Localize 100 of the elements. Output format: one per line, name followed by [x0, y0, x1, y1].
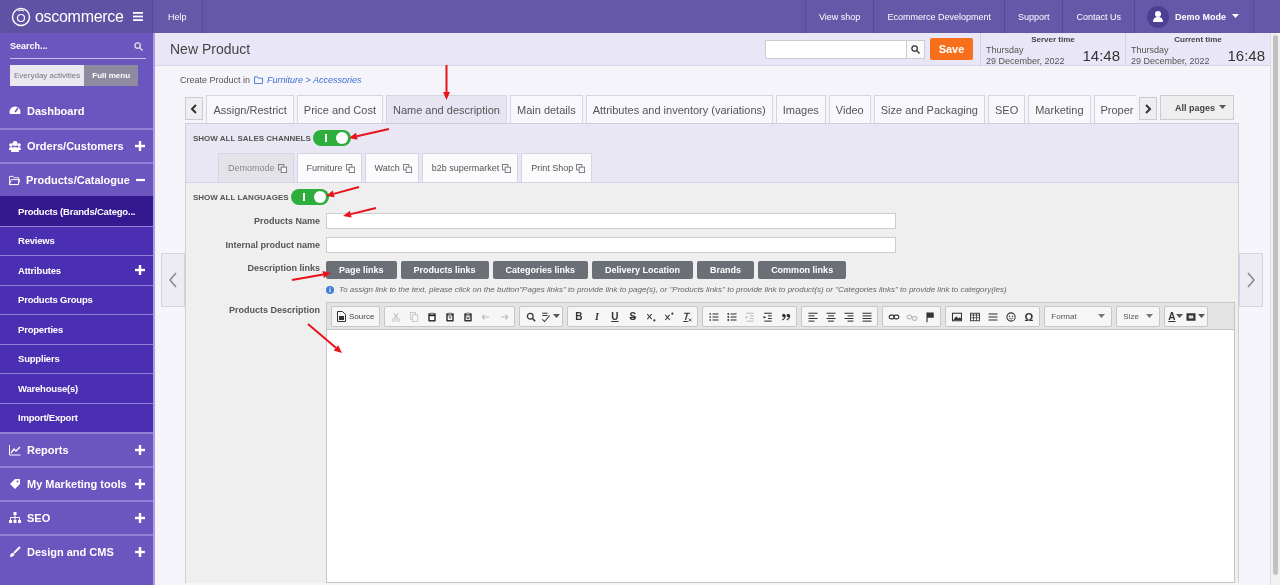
- chevron-left-icon: [190, 103, 199, 114]
- scroll-left-button[interactable]: [185, 97, 204, 120]
- sidebar-subitem[interactable]: Reviews: [0, 225, 153, 255]
- user-avatar-icon: [1147, 5, 1169, 28]
- toggle-label: SHOW ALL LANGUAGES: [193, 192, 289, 202]
- copy-icon: [402, 163, 412, 173]
- channel-tab[interactable]: Print Shop: [521, 153, 593, 182]
- toggle-switch[interactable]: [312, 130, 351, 146]
- time-label: Server time: [1030, 34, 1076, 44]
- toggle-switch[interactable]: [290, 189, 329, 205]
- link-button[interactable]: Products links: [400, 261, 489, 279]
- tab[interactable]: Images: [775, 95, 826, 123]
- logo-text: oscommerce: [35, 7, 124, 26]
- logo-icon: [11, 6, 31, 27]
- horizontal-rule-icon: [986, 310, 999, 323]
- annotation-arrow: [342, 207, 377, 219]
- link-button[interactable]: Categories links: [492, 261, 589, 279]
- link-button[interactable]: Delivery Location: [592, 261, 694, 279]
- folder-icon: [254, 76, 264, 84]
- user-menu[interactable]: Demo Mode: [1175, 11, 1226, 22]
- tab[interactable]: Name and description: [385, 95, 507, 123]
- tab[interactable]: Main details: [510, 95, 583, 123]
- tab[interactable]: Assign/Restrict: [206, 95, 294, 123]
- sidebar-subitem[interactable]: Warehouse(s): [0, 373, 153, 403]
- plus-icon: [135, 513, 145, 523]
- tab[interactable]: Size and Packaging: [873, 95, 985, 123]
- copy-icon: [345, 163, 355, 173]
- pages-dropdown[interactable]: All pages: [1160, 95, 1234, 120]
- sidebar-subitem-label: Suppliers: [18, 353, 60, 365]
- document-icon: [337, 311, 346, 322]
- tab[interactable]: Marketing: [1028, 95, 1091, 123]
- tab[interactable]: Proper: [1093, 95, 1136, 123]
- scrollbar-thumb[interactable]: [1273, 35, 1278, 575]
- date-text: 29 December, 2022: [986, 55, 1066, 66]
- dashboard-icon: [9, 105, 21, 117]
- annotation-arrow: [307, 323, 343, 354]
- bullet-list-icon: [725, 310, 738, 323]
- format-button[interactable]: S: [624, 308, 642, 325]
- search-button[interactable]: [907, 39, 925, 59]
- flag-icon: [923, 310, 936, 323]
- format-button[interactable]: U: [606, 308, 624, 325]
- format-button[interactable]: Ω: [1020, 308, 1038, 325]
- caret-icon: [1232, 14, 1239, 19]
- tag-icon: [9, 478, 21, 490]
- sidebar-subitem-label: Products Groups: [18, 294, 93, 306]
- channel-tab[interactable]: Furniture: [296, 153, 362, 182]
- sidebar-subitem[interactable]: Products (Brands/Catego...: [0, 196, 153, 226]
- channel-tab[interactable]: b2b supermarket: [421, 153, 519, 182]
- link-button[interactable]: Page links: [326, 261, 397, 279]
- source-button[interactable]: Source: [334, 308, 378, 325]
- caret-icon: [1146, 314, 1154, 319]
- sidebar-item-label: SEO: [27, 512, 51, 524]
- clipboard-icon: [425, 310, 438, 323]
- input-field[interactable]: [326, 237, 896, 253]
- sidebar-subitem[interactable]: Suppliers: [0, 343, 153, 373]
- dropdown[interactable]: Format: [1047, 308, 1110, 325]
- field-label: Products Description: [228, 304, 320, 315]
- sidebar-item-label: Orders/Customers: [27, 140, 124, 152]
- tab[interactable]: Video: [828, 95, 871, 123]
- search-icon: [134, 41, 143, 51]
- annotation-arrow: [441, 64, 451, 101]
- tab[interactable]: Price and Cost: [296, 95, 383, 123]
- link-button[interactable]: Common links: [758, 261, 847, 279]
- scroll-right-button[interactable]: [1138, 97, 1157, 120]
- channel-tab[interactable]: Watch: [364, 153, 419, 182]
- dropdown[interactable]: Size: [1119, 308, 1158, 325]
- search-field[interactable]: [765, 39, 907, 59]
- numbered-list-icon: [707, 310, 720, 323]
- field-label: Description links: [246, 262, 320, 273]
- input-field[interactable]: [326, 213, 896, 229]
- menu-tab[interactable]: Everyday activities: [10, 65, 85, 86]
- sidebar-item-label: Design and CMS: [27, 546, 114, 558]
- sidebar-item-label: Reports: [27, 444, 69, 456]
- format-button[interactable]: B: [570, 308, 588, 325]
- sidebar-subitem[interactable]: Products Groups: [0, 284, 153, 314]
- sidebar-subitem[interactable]: Attributes: [0, 255, 153, 285]
- sidebar-subitem[interactable]: Properties: [0, 314, 153, 344]
- copy-icon: [502, 163, 512, 173]
- format-button[interactable]: I: [588, 308, 606, 325]
- search-icon: [524, 310, 537, 323]
- sidebar-subitem-label: Reviews: [18, 235, 55, 247]
- sidebar-subitem-label: Attributes: [18, 264, 61, 276]
- sitemap-icon: [9, 512, 21, 524]
- toggle-label: SHOW ALL SALES CHANNELS: [193, 133, 311, 143]
- breadcrumb-link[interactable]: Furniture > Accessories: [267, 75, 362, 85]
- sidebar-subitem[interactable]: Import/Export: [0, 402, 153, 432]
- menu-icon: [133, 12, 143, 21]
- tab[interactable]: Attributes and inventory (variations): [585, 95, 773, 123]
- scissors-icon: [389, 310, 402, 323]
- format-button[interactable]: A: [1167, 308, 1185, 325]
- plus-icon: [135, 265, 145, 276]
- chevron-right-icon: [1246, 272, 1256, 288]
- smiley-icon: [1004, 310, 1017, 323]
- annotation-arrow: [347, 128, 390, 141]
- tab[interactable]: SEO: [987, 95, 1026, 123]
- search-field[interactable]: Search...: [10, 33, 146, 59]
- sidebar-item-label: My Marketing tools: [27, 478, 127, 490]
- copy-icon: [277, 163, 287, 173]
- link-button[interactable]: Brands: [697, 261, 755, 279]
- time-label: Current time: [1173, 34, 1223, 44]
